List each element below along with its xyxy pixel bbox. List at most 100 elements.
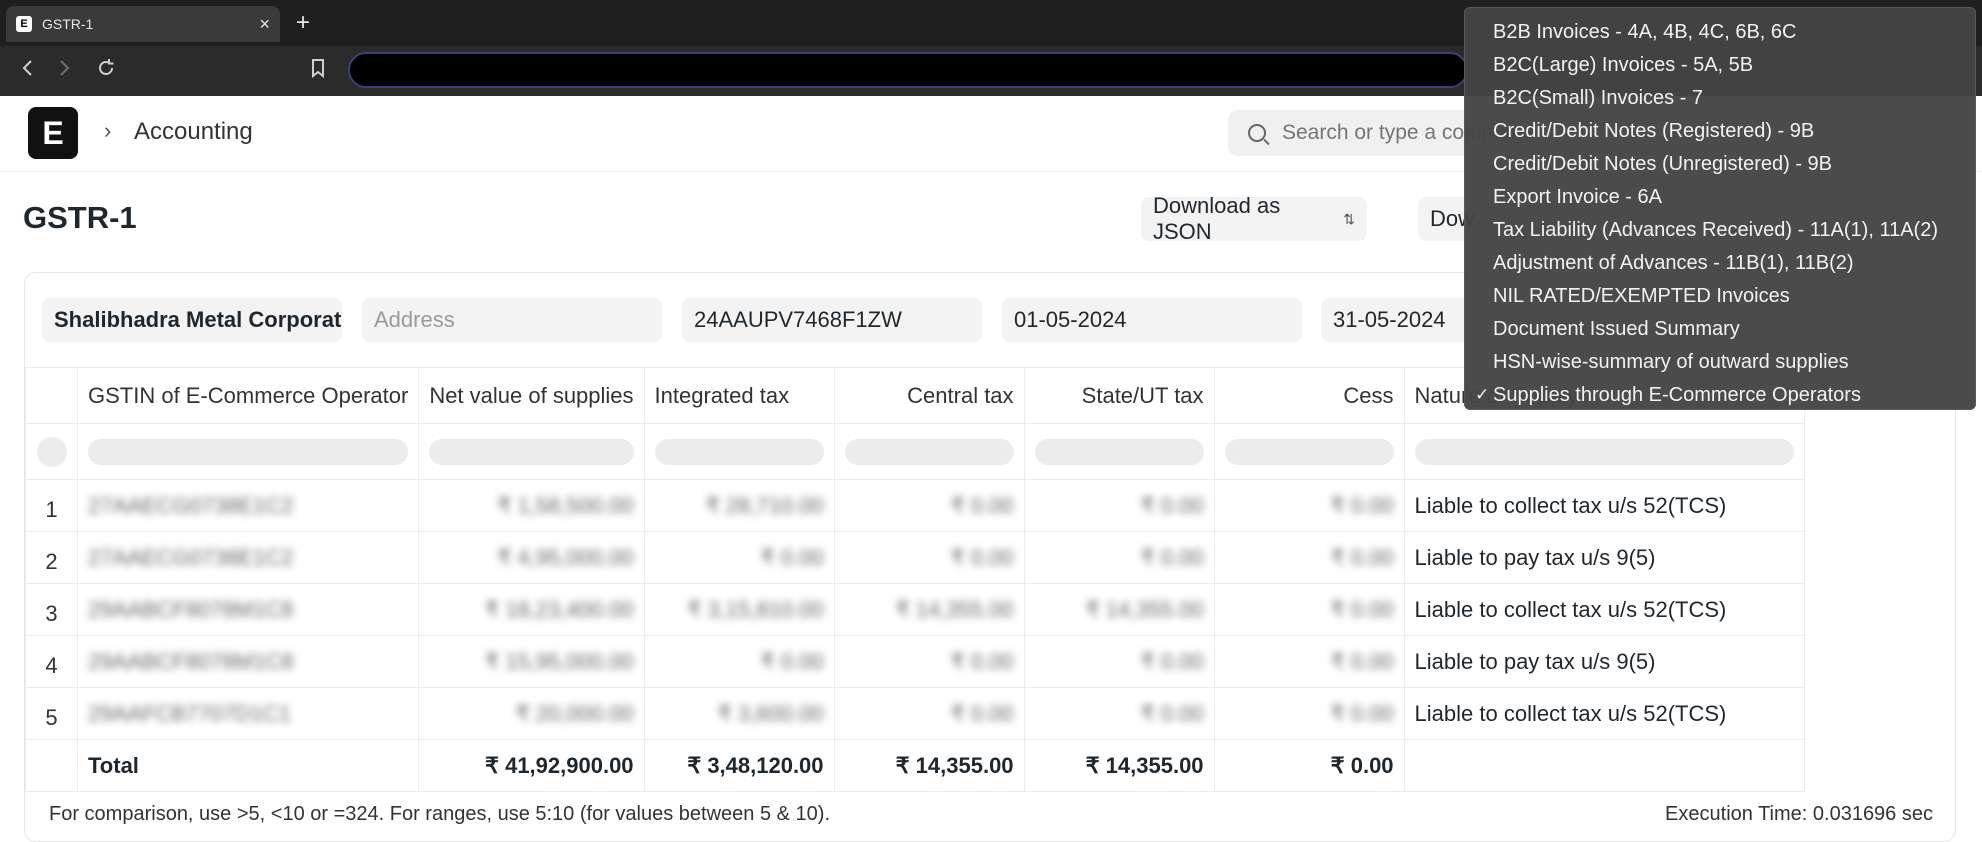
state-tax-cell[interactable]: ₹ 0.00 xyxy=(1023,531,1215,584)
dropdown-option[interactable]: Credit/Debit Notes (Registered) - 9B xyxy=(1465,115,1975,148)
cess-cell[interactable]: ₹ 0.00 xyxy=(1213,531,1405,584)
dropdown-option[interactable]: Adjustment of Advances - 11B(1), 11B(2) xyxy=(1465,247,1975,280)
cess-cell[interactable]: ₹ 0.00 xyxy=(1213,635,1405,688)
bookmark-icon[interactable] xyxy=(310,58,326,84)
column-filter-input[interactable] xyxy=(429,438,634,465)
net-value-cell[interactable]: ₹ 4,95,000.00 xyxy=(418,531,645,584)
integrated-tax-cell[interactable]: ₹ 0.00 xyxy=(643,635,835,688)
column-filter-input[interactable] xyxy=(844,438,1014,465)
close-tab-icon[interactable]: × xyxy=(259,14,270,35)
filter-cell xyxy=(418,423,645,480)
table-row[interactable]: 3 29AABCF8078M1C8 ₹ 18,23,400.00 ₹ 3,15,… xyxy=(25,583,1805,636)
checkmark-icon: ✓ xyxy=(1475,385,1490,404)
total-integrated-tax: ₹ 3,48,120.00 xyxy=(643,739,835,792)
address-bar[interactable] xyxy=(348,52,1468,88)
filter-toggle[interactable] xyxy=(36,436,67,467)
option-label: Credit/Debit Notes (Unregistered) - 9B xyxy=(1493,153,1833,175)
download-json-button[interactable]: Download as JSON ⇅ xyxy=(1141,193,1367,244)
table-row[interactable]: 1 27AAECG0738E1C2 ₹ 1,58,500.00 ₹ 28,710… xyxy=(25,479,1805,532)
up-down-chevron-icon: ⇅ xyxy=(1343,210,1355,227)
column-header[interactable]: GSTIN of E-Commerce Operator xyxy=(76,367,420,424)
nature-cell[interactable]: Liable to collect tax u/s 52(TCS) xyxy=(1403,479,1805,532)
gstin-cell[interactable]: 29AAFCB7707D1C1 xyxy=(76,687,420,740)
option-label: B2B Invoices - 4A, 4B, 4C, 6B, 6C xyxy=(1493,21,1797,43)
filter-cell xyxy=(1403,423,1805,480)
state-tax-cell[interactable]: ₹ 0.00 xyxy=(1023,479,1215,532)
net-value-cell[interactable]: ₹ 1,58,500.00 xyxy=(418,479,645,532)
cess-cell[interactable]: ₹ 0.00 xyxy=(1213,687,1405,740)
column-filter-row xyxy=(25,423,1805,480)
column-header[interactable]: State/UT tax xyxy=(1023,367,1215,424)
column-header[interactable]: Integrated tax xyxy=(643,367,835,424)
integrated-tax-cell[interactable]: ₹ 0.00 xyxy=(643,531,835,584)
column-filter-input[interactable] xyxy=(1224,438,1394,465)
column-header[interactable]: Central tax xyxy=(833,367,1025,424)
dropdown-option[interactable]: NIL RATED/EXEMPTED Invoices xyxy=(1465,280,1975,313)
gstin-cell[interactable]: 27AAECG0738E1C2 xyxy=(76,479,420,532)
nature-cell[interactable]: Liable to pay tax u/s 9(5) xyxy=(1403,531,1805,584)
filter-hint: For comparison, use >5, <10 or =324. For… xyxy=(49,803,830,825)
gstin-filter[interactable]: 24AAUPV7468F1ZW xyxy=(682,298,982,342)
integrated-tax-cell[interactable]: ₹ 3,15,810.00 xyxy=(643,583,835,636)
app-logo[interactable]: E xyxy=(28,107,78,159)
breadcrumb[interactable]: Accounting xyxy=(134,118,253,146)
dropdown-option[interactable]: B2C(Large) Invoices - 5A, 5B xyxy=(1465,49,1975,82)
dropdown-option[interactable]: HSN-wise-summary of outward supplies xyxy=(1465,346,1975,379)
report-type-dropdown: B2B Invoices - 4A, 4B, 4C, 6B, 6C B2C(La… xyxy=(1464,7,1976,410)
central-tax-cell[interactable]: ₹ 14,355.00 xyxy=(833,583,1025,636)
dropdown-option[interactable]: Document Issued Summary xyxy=(1465,313,1975,346)
column-filter-input[interactable] xyxy=(88,438,409,465)
table-row[interactable]: 4 29AABCF8078M1C8 ₹ 15,95,000.00 ₹ 0.00 … xyxy=(25,635,1805,688)
new-tab-icon[interactable]: + xyxy=(296,9,310,37)
company-filter[interactable]: Shalibhadra Metal Corporation xyxy=(42,298,342,342)
net-value-cell[interactable]: ₹ 15,95,000.00 xyxy=(418,635,645,688)
cess-cell[interactable]: ₹ 0.00 xyxy=(1213,583,1405,636)
option-label: NIL RATED/EXEMPTED Invoices xyxy=(1493,285,1790,307)
state-tax-cell[interactable]: ₹ 0.00 xyxy=(1023,687,1215,740)
integrated-tax-cell[interactable]: ₹ 3,600.00 xyxy=(643,687,835,740)
nature-cell[interactable]: Liable to pay tax u/s 9(5) xyxy=(1403,635,1805,688)
integrated-tax-cell[interactable]: ₹ 28,710.00 xyxy=(643,479,835,532)
state-tax-cell[interactable]: ₹ 14,355.00 xyxy=(1023,583,1215,636)
column-header[interactable]: Cess xyxy=(1213,367,1405,424)
dropdown-option[interactable]: B2B Invoices - 4A, 4B, 4C, 6B, 6C xyxy=(1465,16,1975,49)
column-filter-input[interactable] xyxy=(654,438,824,465)
execution-time: Execution Time: 0.031696 sec xyxy=(1665,803,1933,825)
reload-icon[interactable] xyxy=(96,58,116,84)
dropdown-option-selected[interactable]: ✓ Supplies through E-Commerce Operators xyxy=(1465,379,1975,412)
column-filter-input[interactable] xyxy=(1034,438,1204,465)
dropdown-option[interactable]: Credit/Debit Notes (Unregistered) - 9B xyxy=(1465,148,1975,181)
gstin-cell[interactable]: 27AAECG0738E1C2 xyxy=(76,531,420,584)
table-row[interactable]: 2 27AAECG0738E1C2 ₹ 4,95,000.00 ₹ 0.00 ₹… xyxy=(25,531,1805,584)
option-label: Document Issued Summary xyxy=(1493,318,1740,340)
back-arrow-icon[interactable] xyxy=(20,58,34,84)
gstin-cell[interactable]: 29AABCF8078M1C8 xyxy=(76,635,420,688)
address-filter[interactable]: Address xyxy=(362,298,662,342)
browser-tab[interactable]: E GSTR-1 × xyxy=(6,6,280,42)
central-tax-cell[interactable]: ₹ 0.00 xyxy=(833,635,1025,688)
column-filter-input[interactable] xyxy=(1414,438,1794,465)
central-tax-cell[interactable]: ₹ 0.00 xyxy=(833,479,1025,532)
dropdown-option[interactable]: B2C(Small) Invoices - 7 xyxy=(1465,82,1975,115)
filter-cell xyxy=(833,423,1025,480)
table-row[interactable]: 5 29AAFCB7707D1C1 ₹ 20,000.00 ₹ 3,600.00… xyxy=(25,687,1805,740)
cess-cell[interactable]: ₹ 0.00 xyxy=(1213,479,1405,532)
nature-cell[interactable]: Liable to collect tax u/s 52(TCS) xyxy=(1403,687,1805,740)
option-label: Credit/Debit Notes (Registered) - 9B xyxy=(1493,120,1815,142)
state-tax-cell[interactable]: ₹ 0.00 xyxy=(1023,635,1215,688)
gstin-cell[interactable]: 29AABCF8078M1C8 xyxy=(76,583,420,636)
net-value-cell[interactable]: ₹ 18,23,400.00 xyxy=(418,583,645,636)
total-net-value: ₹ 41,92,900.00 xyxy=(418,739,645,792)
option-label: B2C(Large) Invoices - 5A, 5B xyxy=(1493,54,1754,76)
column-header[interactable]: Net value of supplies xyxy=(418,367,645,424)
forward-arrow-icon[interactable] xyxy=(58,58,72,84)
dropdown-option[interactable]: Tax Liability (Advances Received) - 11A(… xyxy=(1465,214,1975,247)
nature-cell[interactable]: Liable to collect tax u/s 52(TCS) xyxy=(1403,583,1805,636)
from-date-filter[interactable]: 01-05-2024 xyxy=(1002,298,1302,342)
total-row: Total ₹ 41,92,900.00 ₹ 3,48,120.00 ₹ 14,… xyxy=(25,739,1805,792)
net-value-cell[interactable]: ₹ 20,000.00 xyxy=(418,687,645,740)
central-tax-cell[interactable]: ₹ 0.00 xyxy=(833,687,1025,740)
option-label: Adjustment of Advances - 11B(1), 11B(2) xyxy=(1493,252,1854,274)
dropdown-option[interactable]: Export Invoice - 6A xyxy=(1465,181,1975,214)
central-tax-cell[interactable]: ₹ 0.00 xyxy=(833,531,1025,584)
